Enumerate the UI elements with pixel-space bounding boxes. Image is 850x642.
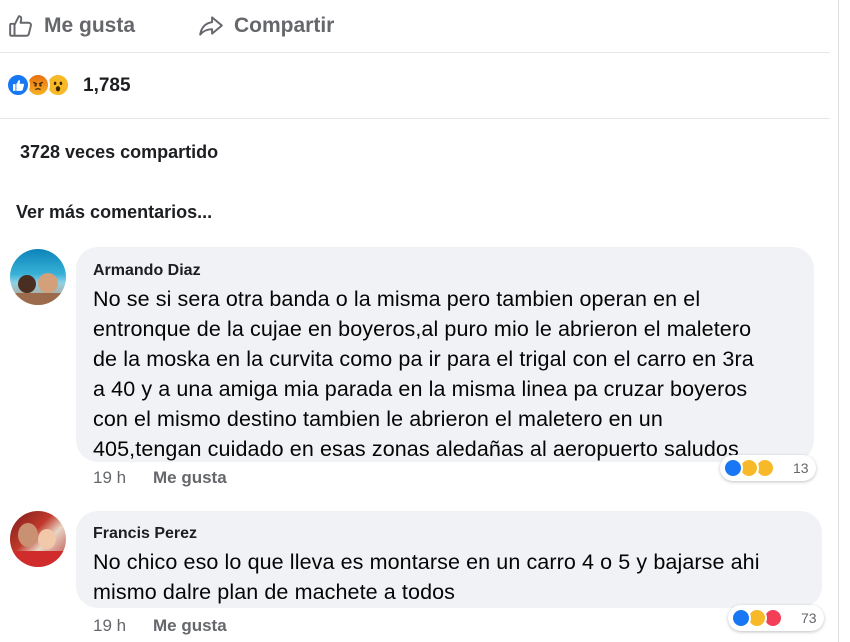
right-border [838, 0, 839, 642]
comment-line: No chico eso lo que lleva es montarse en… [93, 550, 760, 574]
comment-line: a 40 y a una amiga mia parada en la mism… [93, 377, 748, 401]
like-reaction-icon [6, 73, 30, 97]
comment-author[interactable]: Armando Diaz [93, 262, 201, 280]
like-reaction-icon [723, 458, 743, 478]
divider [0, 52, 830, 53]
comment-like-button[interactable]: Me gusta [153, 616, 227, 636]
share-action-label: Compartir [234, 14, 335, 37]
reaction-summary-icons[interactable] [6, 73, 78, 99]
reaction-count: 73 [801, 610, 817, 626]
like-action-label: Me gusta [44, 14, 136, 37]
like-reaction-icon [731, 608, 751, 628]
reaction-count: 13 [793, 460, 809, 476]
comment-line: mismo dalre plan de machete a todos [93, 580, 456, 604]
avatar[interactable] [10, 511, 66, 567]
shares-count[interactable]: 3728 veces compartido [20, 142, 218, 163]
divider [0, 118, 830, 119]
comment-line: con el mismo destino tambien le abrieron… [93, 407, 663, 431]
view-more-comments-link[interactable]: Ver más comentarios... [16, 202, 212, 223]
share-action-button[interactable]: Compartir [198, 10, 334, 42]
comment-reactions-badge[interactable]: 73 [728, 605, 824, 631]
share-arrow-icon [199, 16, 223, 36]
comment-line: de la moska en la curvita como pa ir par… [93, 347, 754, 371]
comment-text: No chico eso lo que lleva es montarse en… [93, 547, 760, 607]
comment-line: entronque de la cujae en boyeros,al puro… [93, 317, 752, 341]
reaction-count[interactable]: 1,785 [83, 75, 131, 97]
comment-like-button[interactable]: Me gusta [153, 468, 227, 488]
comment-text: No se si sera otra banda o la misma pero… [93, 284, 754, 464]
comment-line: No se si sera otra banda o la misma pero… [93, 287, 701, 311]
comment-timestamp[interactable]: 19 h [93, 616, 126, 636]
avatar[interactable] [10, 249, 66, 305]
comment-author[interactable]: Francis Perez [93, 525, 197, 543]
comment-line: 405,tengan cuidado en esas zonas aledaña… [93, 437, 739, 461]
thumbs-up-icon [9, 15, 32, 37]
comment-reactions-badge[interactable]: 13 [720, 455, 816, 481]
like-action-button[interactable]: Me gusta [8, 10, 135, 42]
comment-timestamp[interactable]: 19 h [93, 468, 126, 488]
